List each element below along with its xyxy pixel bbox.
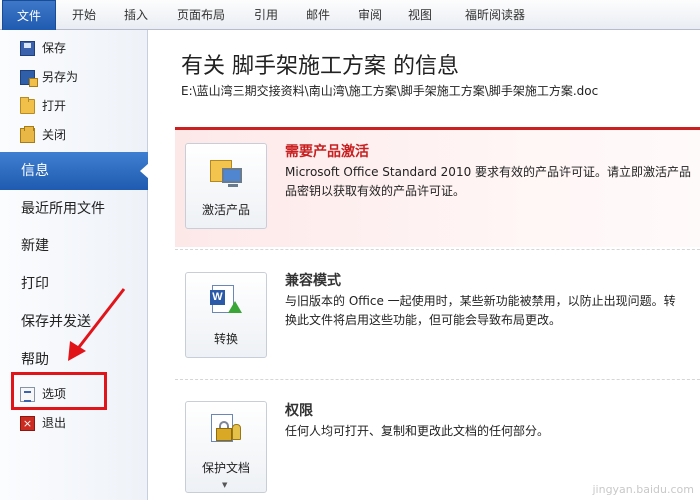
close-folder-icon [20, 126, 35, 143]
nav-info[interactable]: 信息 [0, 152, 149, 190]
exit-icon: × [20, 416, 35, 431]
tab-home[interactable]: 开始 [58, 0, 110, 30]
ribbon-tab-bar: 文件 开始 插入 页面布局 引用 邮件 审阅 视图 福昕阅读器 [0, 0, 700, 30]
compatibility-line-1: 与旧版本的 Office 一起使用时，某些新功能被禁用，以防止出现问题。转 [285, 294, 676, 308]
activation-description: Microsoft Office Standard 2010 要求有效的产品许可… [285, 163, 700, 201]
activate-product-label: 激活产品 [201, 203, 250, 217]
pointer-arrow-icon [68, 288, 126, 361]
nav-recent-label: 最近所用文件 [21, 201, 105, 217]
tab-mailings[interactable]: 邮件 [296, 0, 340, 30]
exit-command[interactable]: × 退出 [0, 409, 148, 437]
permissions-heading: 权限 [285, 403, 313, 419]
save-as-label: 另存为 [42, 70, 79, 84]
permissions-line-1: 任何人均可打开、复制和更改此文档的任何部分。 [285, 424, 550, 438]
close-command[interactable]: 关闭 [0, 121, 148, 149]
convert-button[interactable]: W 转换 [185, 272, 267, 358]
nav-info-label: 信息 [21, 163, 49, 179]
save-command[interactable]: 保存 [0, 34, 148, 62]
tab-review[interactable]: 审阅 [348, 0, 392, 30]
nav-new-label: 新建 [21, 238, 49, 254]
compatibility-line-2: 换此文件将启用这些功能，但可能会导致布局更改。 [285, 313, 562, 327]
options-highlight-box [11, 372, 107, 410]
activate-product-icon [210, 156, 242, 188]
tab-insert[interactable]: 插入 [112, 0, 160, 30]
nav-recent[interactable]: 最近所用文件 [0, 190, 148, 228]
activation-line-2: 品密钥以获取有效的产品许可证。 [285, 184, 466, 198]
page-title: 有关 脚手架施工方案 的信息 [181, 54, 459, 79]
save-as-command[interactable]: 另存为 [0, 63, 148, 91]
tab-references[interactable]: 引用 [244, 0, 288, 30]
watermark: jingyan.baidu.com [592, 483, 694, 496]
convert-document-icon: W [210, 285, 242, 317]
exit-label: 退出 [42, 416, 67, 430]
open-command[interactable]: 打开 [0, 92, 148, 120]
open-label: 打开 [42, 99, 67, 113]
save-icon [20, 41, 35, 56]
protect-document-button[interactable]: 保护文档 ▼ [185, 401, 267, 493]
tab-file[interactable]: 文件 [2, 0, 56, 30]
activate-product-button[interactable]: 激活产品 [185, 143, 267, 229]
section-divider [175, 379, 700, 380]
chevron-down-icon: ▼ [222, 481, 228, 489]
protect-document-icon [210, 414, 242, 446]
permissions-description: 任何人均可打开、复制和更改此文档的任何部分。 [285, 422, 700, 441]
document-path: E:\蓝山湾三期交接资料\南山湾\施工方案\脚手架施工方案\脚手架施工方案.do… [181, 84, 599, 98]
nav-print-label: 打印 [21, 276, 49, 292]
tab-foxit-reader[interactable]: 福昕阅读器 [452, 0, 538, 30]
save-as-icon [20, 70, 38, 87]
close-label: 关闭 [42, 128, 67, 142]
activation-heading: 需要产品激活 [285, 144, 369, 160]
nav-new[interactable]: 新建 [0, 227, 148, 265]
compatibility-heading: 兼容模式 [285, 273, 341, 289]
info-content-area: 有关 脚手架施工方案 的信息 E:\蓝山湾三期交接资料\南山湾\施工方案\脚手架… [149, 31, 700, 500]
tab-view[interactable]: 视图 [398, 0, 442, 30]
convert-label: 转换 [213, 332, 238, 346]
tab-page-layout[interactable]: 页面布局 [166, 0, 236, 30]
backstage-nav-panel: 保存 另存为 打开 关闭 信息 最近所用文件 新建 打印 保存并发送 帮助 选项… [0, 30, 149, 500]
save-label: 保存 [42, 41, 67, 55]
open-folder-icon [20, 97, 35, 114]
compatibility-description: 与旧版本的 Office 一起使用时，某些新功能被禁用，以防止出现问题。转 换此… [285, 292, 700, 330]
section-divider [175, 249, 700, 250]
protect-document-label: 保护文档 [201, 461, 250, 475]
activation-line-1: Microsoft Office Standard 2010 要求有效的产品许可… [285, 165, 692, 179]
